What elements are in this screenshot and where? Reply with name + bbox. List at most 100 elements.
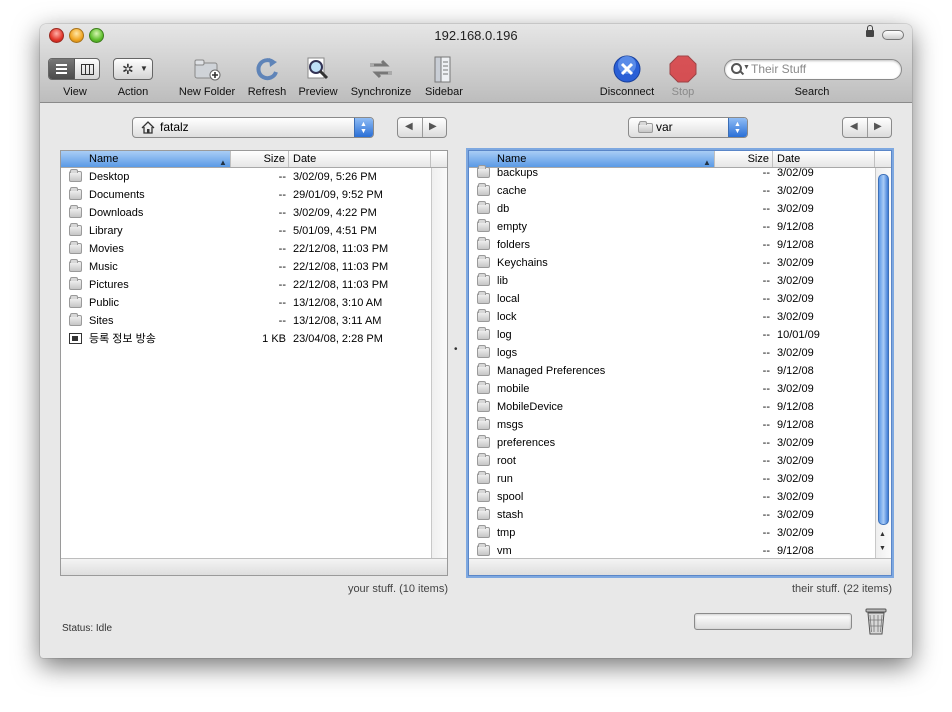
file-size: -- <box>762 167 770 179</box>
action-button[interactable]: ✲ ▼ <box>113 58 153 80</box>
scroll-down-arrow[interactable]: ▼ <box>879 545 886 552</box>
file-row[interactable]: 등록 정보 방송 1 KB 23/04/08, 2:28 PM <box>61 330 431 348</box>
file-row[interactable]: run -- 3/02/09 <box>469 470 875 488</box>
trash-icon[interactable] <box>864 606 888 636</box>
new-folder-icon[interactable] <box>192 54 222 84</box>
file-row[interactable]: tmp -- 3/02/09 <box>469 524 875 542</box>
splitter-handle[interactable]: • <box>454 344 458 355</box>
file-row[interactable]: root -- 3/02/09 <box>469 452 875 470</box>
left-path-popup[interactable]: fatalz ▲ ▼ <box>132 117 374 138</box>
file-row[interactable]: spool -- 3/02/09 <box>469 488 875 506</box>
file-row[interactable]: Downloads -- 3/02/09, 4:22 PM <box>61 204 431 222</box>
left-path-stepper[interactable]: ▲ ▼ <box>354 118 373 137</box>
left-back-button[interactable]: ◀ <box>405 121 413 132</box>
column-view-button[interactable] <box>75 59 99 79</box>
sidebar-button[interactable]: Sidebar <box>421 86 467 98</box>
file-name: empty <box>497 221 527 233</box>
file-size: -- <box>278 243 286 255</box>
file-date: 9/12/08 <box>777 239 814 251</box>
file-name: Public <box>89 297 119 309</box>
file-row[interactable]: stash -- 3/02/09 <box>469 506 875 524</box>
date-column-header[interactable]: Date <box>289 151 431 167</box>
file-name: spool <box>497 491 524 503</box>
synchronize-button[interactable]: Synchronize <box>345 86 417 98</box>
left-forward-button[interactable]: ▶ <box>429 121 437 132</box>
folder-icon <box>477 237 490 250</box>
file-row[interactable]: Documents -- 29/01/09, 9:52 PM <box>61 186 431 204</box>
folder-icon <box>477 471 490 484</box>
library-folder-icon <box>69 223 82 236</box>
file-name: local <box>497 293 520 305</box>
file-name: Sites <box>89 315 114 327</box>
file-name: db <box>497 203 510 215</box>
refresh-button[interactable]: Refresh <box>245 86 289 98</box>
file-row[interactable]: msgs -- 9/12/08 <box>469 416 875 434</box>
right-scroll-thumb[interactable] <box>878 174 889 525</box>
stop-button[interactable]: Stop <box>664 86 702 98</box>
right-forward-button[interactable]: ▶ <box>874 121 882 132</box>
file-row[interactable]: Movies -- 22/12/08, 11:03 PM <box>61 240 431 258</box>
file-name: tmp <box>497 527 516 539</box>
file-row[interactable]: Pictures -- 22/12/08, 11:03 PM <box>61 276 431 294</box>
file-row[interactable]: folders -- 9/12/08 <box>469 236 875 254</box>
file-size: -- <box>278 189 286 201</box>
search-input[interactable] <box>751 61 891 77</box>
file-date: 9/12/08 <box>777 419 814 431</box>
file-date: 9/12/08 <box>777 221 814 233</box>
right-path-popup[interactable]: var ▲ ▼ <box>628 117 748 138</box>
right-horizontal-scrollbar[interactable] <box>469 558 891 575</box>
file-row[interactable]: lib -- 3/02/09 <box>469 272 875 290</box>
file-row[interactable]: lock -- 3/02/09 <box>469 308 875 326</box>
file-row[interactable]: Library -- 5/01/09, 4:51 PM <box>61 222 431 240</box>
disconnect-button[interactable]: Disconnect <box>595 86 659 98</box>
file-size: -- <box>762 491 770 503</box>
folder-icon <box>477 525 490 538</box>
refresh-icon[interactable] <box>252 54 282 84</box>
stop-icon[interactable] <box>668 54 698 84</box>
folder-icon <box>477 507 490 520</box>
synchronize-icon[interactable] <box>366 54 396 84</box>
file-row[interactable]: preferences -- 3/02/09 <box>469 434 875 452</box>
file-row[interactable]: MobileDevice -- 9/12/08 <box>469 398 875 416</box>
new-folder-button[interactable]: New Folder <box>174 86 240 98</box>
right-back-button[interactable]: ◀ <box>850 121 858 132</box>
file-row[interactable]: Sites -- 13/12/08, 3:11 AM <box>61 312 431 330</box>
preview-button[interactable]: Preview <box>295 86 341 98</box>
sidebar-icon[interactable] <box>428 54 458 84</box>
file-row[interactable]: db -- 3/02/09 <box>469 200 875 218</box>
file-row[interactable]: cache -- 3/02/09 <box>469 182 875 200</box>
file-date: 29/01/09, 9:52 PM <box>293 189 383 201</box>
name-column-header[interactable]: Name ▲ <box>61 151 231 167</box>
file-row[interactable]: backups -- 3/02/09 <box>469 164 875 182</box>
documents-folder-icon <box>69 187 82 200</box>
file-row[interactable]: log -- 10/01/09 <box>469 326 875 344</box>
size-column-header[interactable]: Size <box>231 151 289 167</box>
folder-icon <box>477 363 490 376</box>
scroll-up-arrow[interactable]: ▲ <box>879 531 886 538</box>
public-folder-icon <box>69 295 82 308</box>
file-row[interactable]: Music -- 22/12/08, 11:03 PM <box>61 258 431 276</box>
disconnect-icon[interactable] <box>612 54 642 84</box>
right-file-list[interactable]: Name ▲ Size Date backups -- 3/02/09 cache --… <box>468 150 892 576</box>
left-horizontal-scrollbar[interactable] <box>61 558 447 575</box>
file-row[interactable]: mobile -- 3/02/09 <box>469 380 875 398</box>
file-row[interactable]: Desktop -- 3/02/09, 5:26 PM <box>61 168 431 186</box>
file-row[interactable]: empty -- 9/12/08 <box>469 218 875 236</box>
left-vertical-scrollbar[interactable] <box>431 168 447 558</box>
preview-icon[interactable] <box>303 54 333 84</box>
file-size: -- <box>762 437 770 449</box>
left-file-list[interactable]: Name ▲ Size Date Desktop -- 3/02/09, 5:26 … <box>60 150 448 576</box>
file-row[interactable]: logs -- 3/02/09 <box>469 344 875 362</box>
file-date: 3/02/09, 5:26 PM <box>293 171 377 183</box>
right-vertical-scrollbar[interactable]: ▲ ▼ <box>875 168 891 558</box>
file-row[interactable]: Public -- 13/12/08, 3:10 AM <box>61 294 431 312</box>
search-field[interactable]: ▼ <box>724 59 902 80</box>
toolbar-toggle-button[interactable] <box>882 30 904 40</box>
list-view-button[interactable] <box>49 59 75 79</box>
file-row[interactable]: local -- 3/02/09 <box>469 290 875 308</box>
file-row[interactable]: Keychains -- 3/02/09 <box>469 254 875 272</box>
right-path-stepper[interactable]: ▲ ▼ <box>728 118 747 137</box>
file-date: 3/02/09 <box>777 293 814 305</box>
file-name: stash <box>497 509 524 521</box>
file-row[interactable]: Managed Preferences -- 9/12/08 <box>469 362 875 380</box>
